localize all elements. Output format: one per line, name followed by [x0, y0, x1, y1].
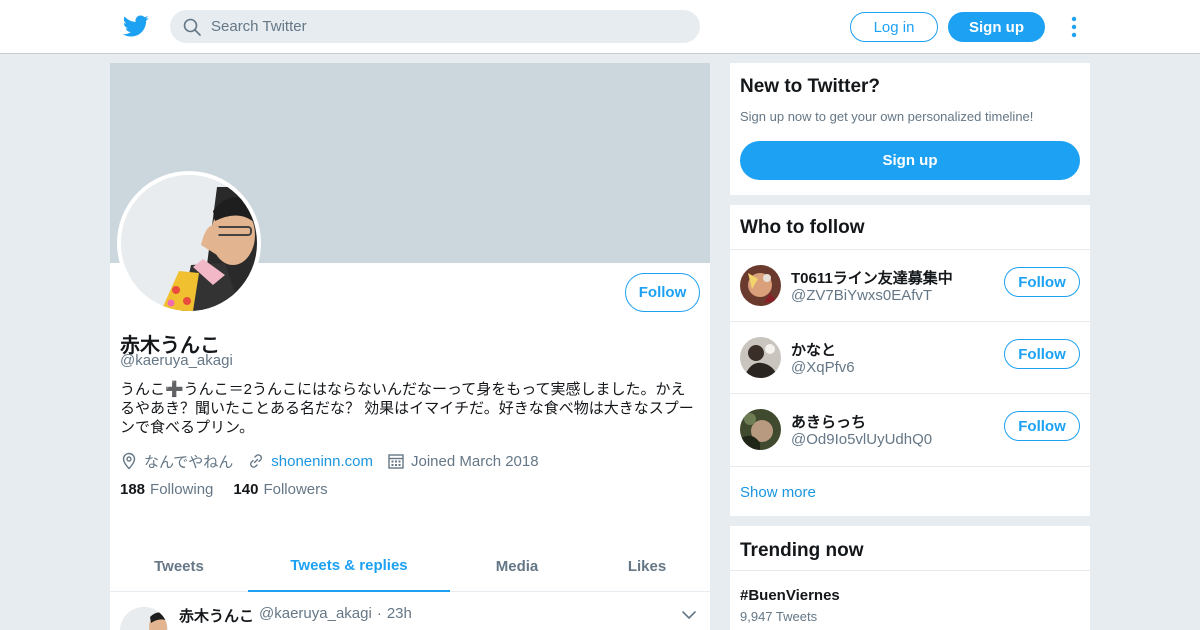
trend-tweet-count: 9,947 Tweets — [740, 609, 818, 624]
profile-column: Follow 赤木うんこ @kaeruya_akagi うんこ➕うんこ＝2うんこ… — [110, 63, 710, 630]
new-to-twitter-subtitle: Sign up now to get your own personalized… — [740, 109, 1034, 124]
suggestion-avatar-photo — [740, 265, 781, 306]
twitter-bird-icon[interactable] — [122, 13, 150, 39]
profile-stats: 188 Following 140 Followers — [120, 481, 348, 498]
following-label: Following — [150, 481, 214, 498]
profile-website-link[interactable]: shoneninn.com — [271, 453, 373, 470]
vertical-dots-icon[interactable] — [1068, 16, 1080, 38]
suggestion-handle: @Od9Io5vlUyUdhQ0 — [791, 431, 933, 448]
tweet-separator: · — [376, 605, 382, 622]
follow-suggestion[interactable]: T0611ライン友達募集中 @ZV7BiYwxs0EAfvT Follow — [730, 249, 1090, 321]
top-navigation-bar: Log in Sign up — [0, 0, 1200, 54]
avatar-photo — [121, 175, 257, 311]
follow-button[interactable]: Follow — [625, 273, 700, 312]
trending-title: Trending now — [740, 540, 864, 561]
suggestion-avatar[interactable] — [740, 337, 781, 378]
suggestion-handle: @XqPfv6 — [791, 359, 855, 376]
suggestion-name[interactable]: あきらっち — [791, 411, 866, 432]
suggestion-name[interactable]: T0611ライン友達募集中 — [791, 267, 953, 288]
search-input[interactable] — [211, 18, 671, 35]
search-icon — [183, 18, 201, 36]
follow-suggestion-button[interactable]: Follow — [1004, 339, 1080, 369]
profile-meta: なんでやねん shoneninn.com Joined March 2018 — [120, 450, 539, 472]
suggestion-name[interactable]: かなと — [791, 339, 836, 360]
search-box[interactable] — [170, 10, 700, 43]
suggestion-avatar-photo — [740, 409, 781, 450]
suggestion-handle: @ZV7BiYwxs0EAfvT — [791, 287, 933, 304]
trend-hashtag[interactable]: #BuenViernes — [740, 587, 840, 604]
who-to-follow-card: Who to follow T0611ライン友達募集中 @ZV7BiYwxs0E… — [730, 205, 1090, 516]
profile-tabs: Tweets Tweets & replies Media Likes — [110, 540, 710, 592]
calendar-icon — [388, 454, 404, 469]
show-more-link[interactable]: Show more — [740, 484, 816, 501]
follow-suggestion[interactable]: あきらっち @Od9Io5vlUyUdhQ0 Follow — [730, 393, 1090, 465]
signup-card-button[interactable]: Sign up — [740, 141, 1080, 180]
new-to-twitter-card: New to Twitter? Sign up now to get your … — [730, 63, 1090, 195]
profile-bio: うんこ➕うんこ＝2うんこにはならないんだなーって身をもって実感しました。かえるや… — [120, 381, 694, 436]
followers-stat[interactable]: 140 Followers — [233, 481, 327, 498]
tab-tweets[interactable]: Tweets — [110, 540, 248, 592]
follow-suggestion[interactable]: かなと @XqPfv6 Follow — [730, 321, 1090, 393]
show-more-row: Show more — [730, 466, 1090, 516]
trending-card: Trending now #BuenViernes 9,947 Tweets — [730, 526, 1090, 630]
profile-location: なんでやねん — [144, 453, 234, 471]
suggestion-avatar[interactable] — [740, 265, 781, 306]
follow-suggestion-button[interactable]: Follow — [1004, 267, 1080, 297]
tweet-avatar[interactable] — [120, 607, 168, 630]
new-to-twitter-title: New to Twitter? — [740, 76, 881, 97]
suggestion-avatar-photo — [740, 337, 781, 378]
chevron-down-icon[interactable] — [682, 610, 696, 620]
tweet-author-name[interactable]: 赤木うんこ — [179, 605, 254, 626]
follow-suggestion-button[interactable]: Follow — [1004, 411, 1080, 441]
following-count: 188 — [120, 481, 146, 498]
tweet-avatar-photo — [120, 607, 168, 630]
followers-label: Followers — [263, 481, 328, 498]
tweet-author-handle[interactable]: @kaeruya_akagi — [259, 605, 372, 626]
login-button[interactable]: Log in — [850, 12, 938, 42]
tab-likes[interactable]: Likes — [584, 540, 710, 592]
profile-avatar[interactable] — [117, 171, 261, 315]
signup-button[interactable]: Sign up — [948, 12, 1045, 42]
link-icon — [250, 454, 263, 468]
profile-handle: @kaeruya_akagi — [120, 352, 233, 369]
followers-count: 140 — [233, 481, 259, 498]
profile-joined-date: Joined March 2018 — [411, 452, 539, 470]
tweet-time[interactable]: 23h — [387, 605, 412, 626]
location-icon — [122, 452, 136, 470]
following-stat[interactable]: 188 Following — [120, 481, 213, 498]
tab-tweets-and-replies[interactable]: Tweets & replies — [248, 540, 450, 592]
tweet-item[interactable]: 赤木うんこ @kaeruya_akagi · 23h — [110, 593, 710, 630]
suggestion-avatar[interactable] — [740, 409, 781, 450]
trend-item[interactable]: #BuenViernes 9,947 Tweets — [730, 570, 1090, 630]
tab-media[interactable]: Media — [450, 540, 584, 592]
who-to-follow-title: Who to follow — [740, 217, 865, 238]
tweet-header: 赤木うんこ @kaeruya_akagi · 23h — [179, 605, 412, 626]
